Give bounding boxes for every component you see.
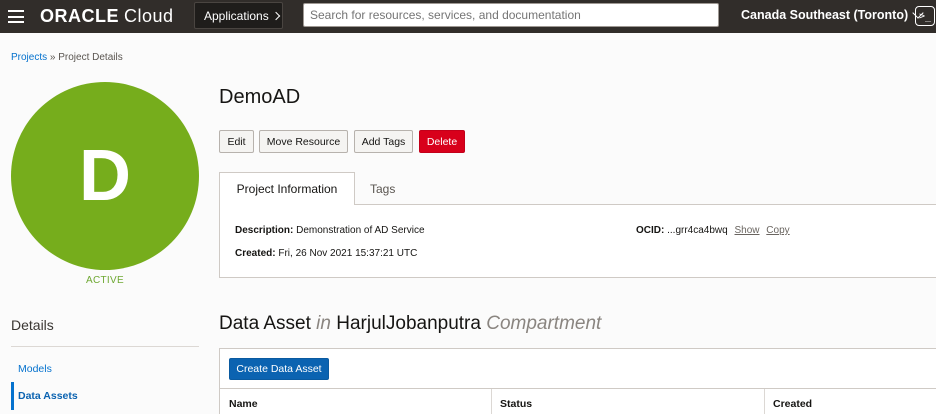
top-nav-bar: ORACLECloud Applications Canada Southeas… xyxy=(0,0,936,33)
logo-brand: ORACLE xyxy=(40,6,119,26)
section-compartment-name: HarjulJobanputra xyxy=(336,313,481,334)
logo-product: Cloud xyxy=(124,6,174,26)
oracle-cloud-logo[interactable]: ORACLE Cloud xyxy=(40,6,174,27)
delete-button[interactable]: Delete xyxy=(419,130,465,153)
created-label: Created: xyxy=(235,248,276,259)
cloud-shell-icon[interactable]: >_ xyxy=(915,6,935,26)
edit-button[interactable]: Edit xyxy=(219,130,254,153)
ocid-copy-link[interactable]: Copy xyxy=(766,225,789,236)
ocid-label: OCID: xyxy=(636,225,665,236)
column-header-name[interactable]: Name xyxy=(229,398,258,410)
details-divider xyxy=(11,346,199,347)
ocid-show-link[interactable]: Show xyxy=(735,225,760,236)
breadcrumb-projects-link[interactable]: Projects xyxy=(11,52,47,63)
data-asset-panel: Create Data Asset Name Status Created xyxy=(219,348,936,414)
project-info-panel: Description: Demonstration of AD Service… xyxy=(219,204,936,278)
chevron-right-icon xyxy=(271,11,280,20)
breadcrumb-current: Project Details xyxy=(58,52,123,63)
column-header-status[interactable]: Status xyxy=(500,398,532,410)
tab-tags[interactable]: Tags xyxy=(370,172,395,205)
search-input[interactable] xyxy=(303,3,719,27)
created-value: Fri, 26 Nov 2021 15:37:21 UTC xyxy=(278,248,418,259)
section-title-suffix: Compartment xyxy=(486,313,602,334)
region-label: Canada Southeast (Toronto) xyxy=(741,8,909,22)
breadcrumb: Projects » Project Details xyxy=(11,52,123,63)
section-title-main: Data Asset xyxy=(219,313,311,334)
hamburger-menu-icon[interactable] xyxy=(8,10,24,23)
column-header-created[interactable]: Created xyxy=(773,398,812,410)
region-selector[interactable]: Canada Southeast (Toronto) xyxy=(741,7,924,22)
page-title: DemoAD xyxy=(219,86,301,108)
add-tags-button[interactable]: Add Tags xyxy=(354,130,413,153)
project-avatar: D xyxy=(11,82,199,270)
data-asset-table-header: Name Status Created xyxy=(220,388,936,414)
data-asset-section-title: Data Asset in HarjulJobanputra Compartme… xyxy=(219,313,601,335)
create-data-asset-button[interactable]: Create Data Asset xyxy=(229,358,329,380)
column-divider xyxy=(764,389,765,414)
description-label: Description: xyxy=(235,225,294,236)
description-row: Description: Demonstration of AD Service xyxy=(235,225,425,236)
ocid-value: ...grr4ca4bwq xyxy=(667,225,728,236)
column-divider xyxy=(491,389,492,414)
tab-project-information[interactable]: Project Information xyxy=(219,172,355,205)
applications-label: Applications xyxy=(204,8,269,23)
sidebar-item-data-assets[interactable]: Data Assets xyxy=(11,382,199,410)
section-title-in: in xyxy=(316,313,331,334)
details-heading: Details xyxy=(11,317,54,333)
project-status-badge: ACTIVE xyxy=(86,275,124,286)
description-value: Demonstration of AD Service xyxy=(296,225,425,236)
breadcrumb-separator: » xyxy=(47,52,59,63)
ocid-row: OCID: ...grr4ca4bwq Show Copy xyxy=(636,225,790,236)
tab-bar: Project Information Tags xyxy=(219,172,936,205)
move-resource-button[interactable]: Move Resource xyxy=(259,130,348,153)
applications-button[interactable]: Applications xyxy=(194,2,283,29)
created-row: Created: Fri, 26 Nov 2021 15:37:21 UTC xyxy=(235,248,417,259)
sidebar-item-models[interactable]: Models xyxy=(11,363,199,375)
